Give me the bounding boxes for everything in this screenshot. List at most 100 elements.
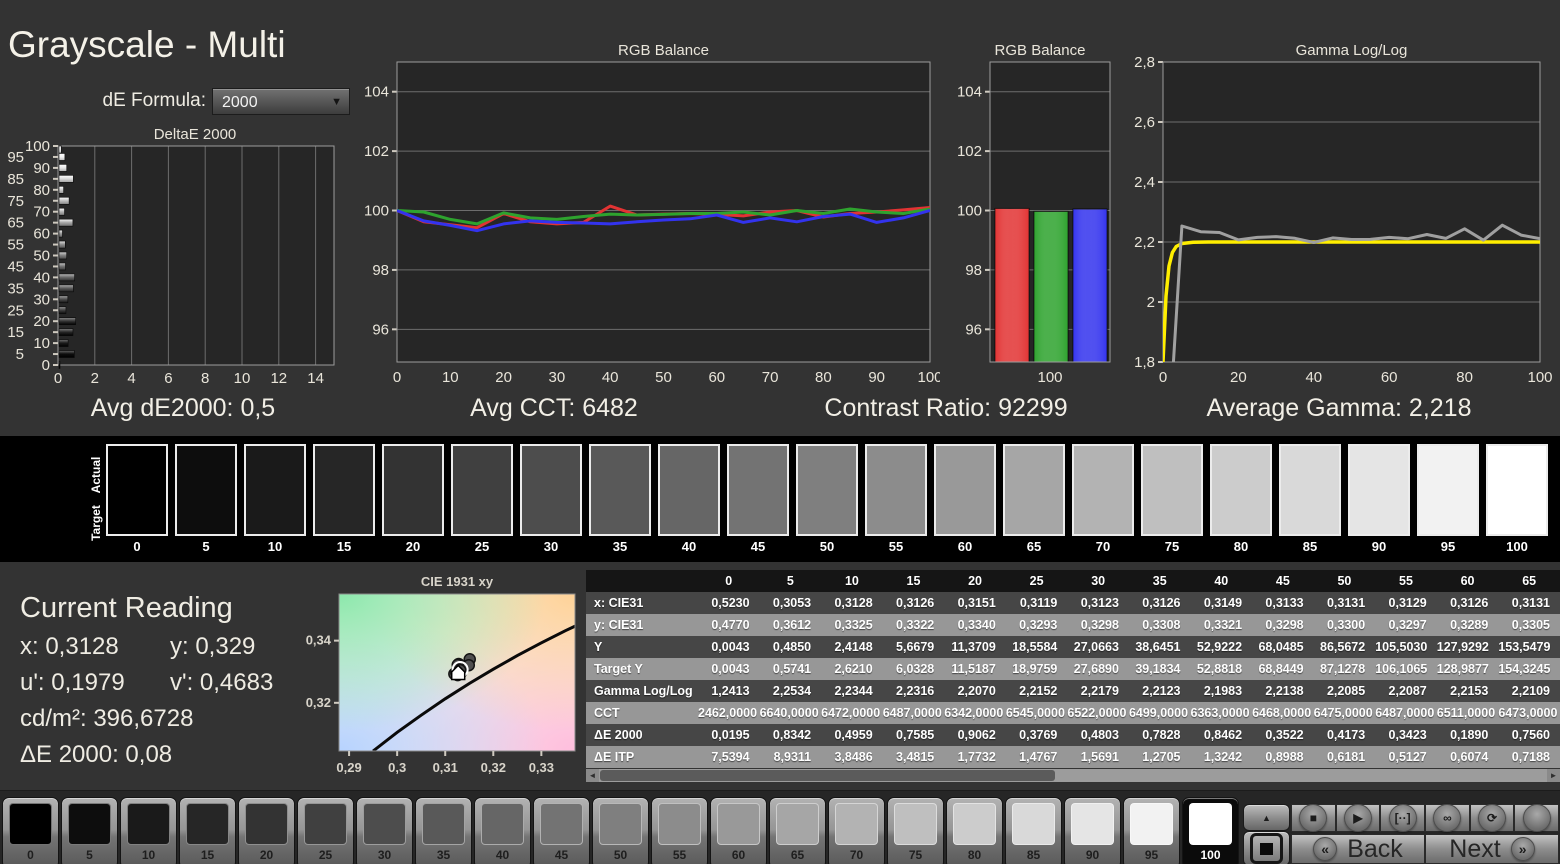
table-cell: 0,7828 — [1128, 724, 1191, 746]
pattern-step-button-55[interactable]: 55 — [651, 797, 708, 864]
svg-text:102: 102 — [364, 143, 389, 160]
pattern-step-button-30[interactable]: 30 — [356, 797, 413, 864]
swatch-color — [1210, 444, 1272, 536]
pattern-step-button-70[interactable]: 70 — [828, 797, 885, 864]
svg-text:2,6: 2,6 — [1134, 114, 1155, 131]
svg-text:20: 20 — [1230, 369, 1247, 386]
grayscale-swatch-60: 60 — [934, 444, 996, 558]
grayscale-swatch-80: 80 — [1210, 444, 1272, 558]
svg-text:0,33: 0,33 — [529, 760, 554, 775]
loop-button[interactable]: ⟳ — [1469, 804, 1515, 832]
table-cell: 0,0043 — [698, 658, 760, 680]
pattern-step-button-15[interactable]: 15 — [179, 797, 236, 864]
pattern-step-button-40[interactable]: 40 — [474, 797, 531, 864]
table-cell: 2,6210 — [821, 658, 883, 680]
target-row-label: Target — [89, 505, 103, 541]
pattern-swatch — [599, 803, 642, 845]
pattern-step-label: 25 — [318, 848, 333, 862]
series-button[interactable]: [··] — [1380, 804, 1426, 832]
table-cell: 6545,0000 — [1005, 702, 1068, 724]
pattern-step-button-25[interactable]: 25 — [297, 797, 354, 864]
next-label: Next — [1449, 834, 1501, 863]
pattern-step-button-85[interactable]: 85 — [1005, 797, 1062, 864]
pattern-step-button-90[interactable]: 90 — [1064, 797, 1121, 864]
table-cell: 2,2344 — [821, 680, 883, 702]
pattern-swatch — [894, 803, 937, 845]
svg-text:60: 60 — [33, 226, 50, 243]
table-row-label: Y — [586, 636, 698, 658]
table-row-label: y: CIE31 — [586, 614, 698, 636]
table-cell: 0,7585 — [882, 724, 945, 746]
back-chevrons-icon: « — [1313, 837, 1338, 861]
stop-button[interactable]: ■ — [1291, 804, 1336, 832]
pattern-step-button-100[interactable]: 100 — [1182, 797, 1239, 864]
next-button[interactable]: Next » — [1425, 834, 1559, 864]
pattern-step-button-20[interactable]: 20 — [238, 797, 295, 864]
table-cell: 0,3298 — [1067, 614, 1129, 636]
pattern-step-button-50[interactable]: 50 — [592, 797, 649, 864]
pattern-step-button-60[interactable]: 60 — [710, 797, 767, 864]
table-cell: 7,5394 — [698, 746, 760, 768]
table-cell: 6475,0000 — [1313, 702, 1376, 724]
scrollbar-thumb[interactable] — [600, 770, 1055, 781]
table-cell: 2,2109 — [1498, 680, 1560, 702]
deltae-bar-chart: 0510152025303540455055606570758085909510… — [7, 140, 335, 387]
svg-text:60: 60 — [708, 369, 725, 386]
pattern-step-buttons: 0 5 10 15 20 25 30 35 40 45 50 55 60 65 70 75 80 85 90 95 10… — [2, 797, 1239, 864]
pattern-step-button-35[interactable]: 35 — [415, 797, 472, 864]
table-col-header: 35 — [1128, 570, 1191, 592]
pattern-step-button-95[interactable]: 95 — [1123, 797, 1180, 864]
scroll-left-arrow-icon[interactable]: ◄ — [586, 769, 599, 782]
table-cell: 0,3423 — [1375, 724, 1437, 746]
play-button[interactable]: ▶ — [1335, 804, 1381, 832]
indicator-button[interactable] — [1514, 804, 1560, 832]
swatch-label: 90 — [1371, 539, 1387, 554]
pattern-step-button-0[interactable]: 0 — [2, 797, 59, 864]
pattern-step-button-5[interactable]: 5 — [61, 797, 118, 864]
swatch-color — [106, 444, 168, 536]
table-cell: 106,1065 — [1375, 658, 1437, 680]
table-cell: 52,9222 — [1190, 636, 1253, 658]
svg-text:5: 5 — [16, 346, 24, 363]
table-cell: 2,1983 — [1190, 680, 1253, 702]
swatch-label: 70 — [1095, 539, 1111, 554]
pattern-step-button-65[interactable]: 65 — [769, 797, 826, 864]
table-col-header: 15 — [882, 570, 945, 592]
svg-text:30: 30 — [549, 369, 566, 386]
swatch-label: 20 — [405, 539, 421, 554]
svg-text:35: 35 — [7, 280, 24, 297]
svg-text:0: 0 — [1159, 369, 1167, 386]
pattern-swatch — [245, 803, 288, 845]
svg-text:85: 85 — [7, 171, 24, 188]
table-cell: 0,0043 — [698, 636, 760, 658]
pattern-swatch — [835, 803, 878, 845]
table-cell: 0,8988 — [1252, 746, 1314, 768]
pattern-up-button[interactable]: ▲ — [1243, 804, 1290, 831]
grayscale-swatch-65: 65 — [1003, 444, 1065, 558]
table-cell: 6487,0000 — [1375, 702, 1437, 724]
continuous-button[interactable]: ∞ — [1425, 804, 1470, 832]
pattern-step-button-75[interactable]: 75 — [887, 797, 944, 864]
table-cell: 0,3293 — [1005, 614, 1068, 636]
scroll-right-arrow-icon[interactable]: ► — [1547, 769, 1560, 782]
pattern-swatch — [9, 803, 52, 845]
table-cell: 0,3126 — [1128, 592, 1191, 614]
back-button[interactable]: « Back — [1291, 834, 1425, 864]
de-formula-select[interactable]: 2000 ▼ — [212, 88, 350, 115]
table-cell: 0,4173 — [1313, 724, 1376, 746]
pattern-swatch — [186, 803, 229, 845]
table-cell: 0,3126 — [1436, 592, 1499, 614]
table-cell: 1,4767 — [1005, 746, 1068, 768]
table-cell: 6473,0000 — [1498, 702, 1560, 724]
pattern-window-button[interactable] — [1243, 831, 1290, 864]
swatch-color — [520, 444, 582, 536]
pattern-step-button-80[interactable]: 80 — [946, 797, 1003, 864]
pattern-step-button-10[interactable]: 10 — [120, 797, 177, 864]
pattern-swatch — [127, 803, 170, 845]
svg-text:65: 65 — [7, 215, 24, 232]
svg-text:45: 45 — [7, 258, 24, 275]
pattern-step-button-45[interactable]: 45 — [533, 797, 590, 864]
svg-text:20: 20 — [33, 313, 50, 330]
svg-text:60: 60 — [1381, 369, 1398, 386]
table-scrollbar[interactable]: ◄ ► — [586, 769, 1560, 782]
